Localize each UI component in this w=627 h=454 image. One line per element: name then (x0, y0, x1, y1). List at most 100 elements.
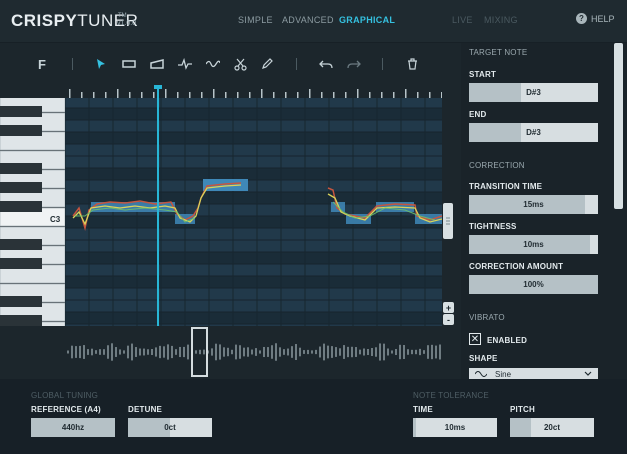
waveform-bar (227, 347, 229, 357)
ruler-tick (69, 89, 71, 98)
pitch-grid[interactable] (65, 98, 442, 326)
waveform-bar (211, 348, 213, 356)
waveform-bar (387, 348, 389, 356)
waveform-bar (167, 344, 169, 360)
waveform-bar (75, 346, 77, 358)
black-key (0, 315, 42, 326)
waveform-bar (343, 345, 345, 359)
toolbar-divider (382, 58, 383, 70)
tab-advanced[interactable]: ADVANCED (282, 15, 334, 25)
waveform-overview[interactable] (65, 328, 442, 376)
toolbar-divider (72, 58, 73, 70)
waveform-bar (231, 349, 233, 355)
global-tuning-heading: GLOBAL TUNING (31, 391, 99, 400)
ruler-tick (261, 89, 263, 98)
end-label: END (469, 110, 487, 119)
waveform-bar (271, 345, 273, 359)
waveform-bar (371, 348, 373, 356)
reference-slider[interactable]: 440hz (31, 418, 115, 437)
pitch-scrollbar[interactable] (443, 203, 453, 239)
vibrato-heading: VIBRATO (469, 313, 505, 322)
tolerance-time-slider[interactable]: 10ms (413, 418, 497, 437)
zoom-out-button[interactable]: - (443, 314, 454, 325)
tab-simple[interactable]: SIMPLE (238, 15, 273, 25)
waveform-bar (267, 347, 269, 357)
zoom-in-button[interactable]: + (443, 302, 454, 313)
ramp-tool-icon[interactable] (148, 55, 166, 73)
waveform-bar (243, 347, 245, 357)
waveform-bar (175, 349, 177, 355)
help-button[interactable]: ? HELP (576, 13, 615, 24)
waveform-bar (439, 344, 441, 360)
waveform-bar (155, 347, 157, 357)
correction-amount-slider[interactable]: 100% (469, 275, 598, 294)
waveform-bar (303, 350, 305, 354)
trash-icon[interactable] (403, 55, 421, 73)
waveform-bar (235, 344, 237, 360)
transition-time-label: TRANSITION TIME (469, 182, 543, 191)
waveform-bar (171, 345, 173, 359)
tab-live[interactable]: LIVE (452, 15, 473, 25)
waveform-bar (119, 349, 121, 355)
waveform-bar (295, 344, 297, 360)
waveform-bar (107, 345, 109, 359)
waveform-bar (115, 347, 117, 357)
ruler-tick (309, 89, 311, 98)
vibrato-tool-icon[interactable] (204, 55, 222, 73)
waveform-bar (99, 349, 101, 355)
pointer-tool-icon[interactable] (92, 55, 110, 73)
redo-icon[interactable] (345, 55, 363, 73)
waveform-bar (111, 343, 113, 361)
playhead[interactable] (157, 85, 159, 326)
waveform-view-window[interactable] (191, 327, 208, 377)
slider-fill (413, 418, 417, 437)
transition-time-slider[interactable]: 15ms (469, 195, 598, 214)
tab-graphical[interactable]: GRAPHICAL (339, 15, 395, 25)
ruler-tick (117, 89, 119, 98)
undo-icon[interactable] (317, 55, 335, 73)
toolbar-divider (296, 58, 297, 70)
waveform-bar (127, 345, 129, 359)
scissors-icon[interactable] (231, 55, 249, 73)
inspector-scrollbar[interactable] (614, 43, 623, 209)
waveform-bar (131, 343, 133, 361)
waveform-bar (147, 349, 149, 355)
waveform-bar (431, 344, 433, 360)
waveform-bar (215, 343, 217, 361)
help-label: HELP (591, 13, 615, 24)
black-key (0, 239, 42, 250)
waveform-bar (291, 346, 293, 358)
shape-label: SHAPE (469, 354, 498, 363)
piano-keyboard[interactable] (0, 98, 65, 326)
waveform-bar (331, 346, 333, 358)
start-note-field[interactable]: D#3 (469, 83, 598, 102)
waveform-bar (355, 347, 357, 357)
waveform-bar (411, 349, 413, 355)
detune-slider[interactable]: 0ct (128, 418, 212, 437)
pitch-line-tool-icon[interactable] (176, 55, 194, 73)
end-note-field[interactable]: D#3 (469, 123, 598, 142)
tab-mixing[interactable]: MIXING (484, 15, 518, 25)
waveform-bar (275, 343, 277, 361)
vibrato-shape-select[interactable]: Sine (469, 368, 598, 379)
enabled-label: ENABLED (487, 336, 528, 345)
waveform-bar (159, 345, 161, 359)
tolerance-pitch-slider[interactable]: 20ct (510, 418, 594, 437)
waveform-bar (163, 346, 165, 358)
rectangle-tool-icon[interactable] (120, 55, 138, 73)
black-key (0, 296, 42, 307)
waveform-bar (259, 350, 261, 354)
chevron-down-icon (584, 371, 592, 376)
timeline-ruler[interactable] (65, 88, 442, 98)
waveform-bar (435, 345, 437, 359)
reference-label: REFERENCE (A4) (31, 405, 101, 414)
playhead-handle[interactable] (154, 85, 162, 89)
waveform-bar (307, 349, 309, 355)
pen-tool-icon[interactable] (258, 55, 276, 73)
black-key (0, 258, 42, 269)
tightness-slider[interactable]: 10ms (469, 235, 598, 254)
correction-amount-label: CORRECTION AMOUNT (469, 262, 564, 271)
vibrato-enabled-checkbox[interactable]: ✕ (469, 333, 481, 345)
waveform-bar (375, 347, 377, 357)
f-button[interactable]: F (33, 55, 51, 73)
